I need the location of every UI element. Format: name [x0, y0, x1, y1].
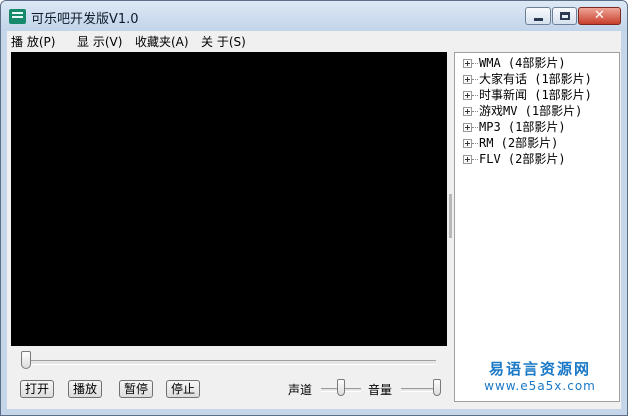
menu-view[interactable]: 显 示(V) [77, 33, 122, 50]
seek-slider-thumb[interactable] [21, 351, 31, 369]
playlist-tree[interactable]: WMA (4部影片) 大家有话 (1部影片) 时事新闻 (1部影片) 游戏MV … [454, 52, 620, 402]
pane-splitter[interactable] [449, 194, 452, 238]
tree-connector [472, 63, 478, 64]
volume-label: 音量 [368, 383, 393, 397]
client-area: 播 放(P) 显 示(V) 收藏夹(A) 关 于(S) WMA (4部影片) 大… [7, 31, 621, 409]
seek-slider-track[interactable] [21, 360, 436, 365]
balance-slider-thumb[interactable] [337, 379, 345, 396]
minimize-icon [534, 18, 543, 21]
tree-item-label: FLV (2部影片) [479, 152, 566, 166]
tree-item-label: 时事新闻 (1部影片) [479, 88, 592, 102]
tree-connector [472, 111, 478, 112]
stop-button[interactable]: 停止 [166, 380, 200, 398]
play-button[interactable]: 播放 [68, 380, 102, 398]
close-icon: ✕ [594, 8, 605, 23]
tree-item-label: MP3 (1部影片) [479, 120, 566, 134]
watermark: 易语言资源网 www.e5a5x.com [475, 358, 605, 393]
balance-label: 声道 [288, 383, 313, 397]
maximize-icon [560, 12, 570, 20]
expand-icon[interactable] [463, 155, 472, 164]
window-title: 可乐吧开发版V1.0 [31, 12, 139, 27]
expand-icon[interactable] [463, 91, 472, 100]
expand-icon[interactable] [463, 59, 472, 68]
maximize-button[interactable] [552, 7, 577, 25]
watermark-name: 易语言资源网 [488, 360, 591, 378]
tree-connector [472, 127, 478, 128]
expand-icon[interactable] [463, 123, 472, 132]
main-window: 可乐吧开发版V1.0 ✕ 播 放(P) 显 示(V) 收藏夹(A) 关 于(S) [0, 0, 628, 416]
watermark-url: www.e5a5x.com [484, 379, 596, 393]
menu-about[interactable]: 关 于(S) [201, 33, 246, 50]
title-bar[interactable]: 可乐吧开发版V1.0 ✕ [1, 1, 627, 31]
tree-connector [472, 79, 478, 80]
menu-bar: 播 放(P) 显 示(V) 收藏夹(A) 关 于(S) [7, 31, 621, 51]
menu-favorites[interactable]: 收藏夹(A) [135, 33, 189, 50]
menu-play[interactable]: 播 放(P) [11, 33, 55, 50]
app-icon [9, 9, 26, 24]
close-button[interactable]: ✕ [578, 7, 621, 25]
open-button[interactable]: 打开 [20, 380, 54, 398]
tree-connector [472, 143, 478, 144]
pause-button[interactable]: 暂停 [119, 380, 153, 398]
video-display[interactable] [11, 52, 447, 346]
expand-icon[interactable] [463, 75, 472, 84]
tree-connector [472, 95, 478, 96]
tree-connector [472, 159, 478, 160]
expand-icon[interactable] [463, 139, 472, 148]
tree-item-label: 游戏MV (1部影片) [479, 104, 583, 118]
tree-item-label: WMA (4部影片) [479, 56, 566, 70]
tree-item-label: RM (2部影片) [479, 136, 559, 150]
volume-slider-thumb[interactable] [433, 379, 441, 396]
expand-icon[interactable] [463, 107, 472, 116]
tree-item-label: 大家有话 (1部影片) [479, 72, 592, 86]
window-controls: ✕ [524, 7, 621, 25]
control-panel: 打开 播放 暂停 停止 声道 音量 [11, 347, 447, 403]
minimize-button[interactable] [525, 7, 551, 25]
